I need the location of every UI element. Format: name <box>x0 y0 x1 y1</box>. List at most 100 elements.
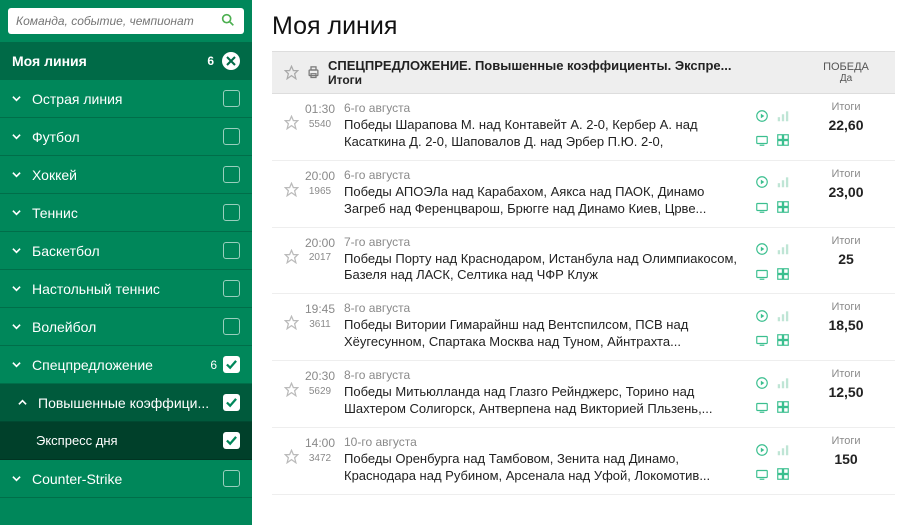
sidebar-item-checkbox[interactable] <box>223 394 240 411</box>
grid-icon[interactable] <box>774 400 792 415</box>
play-icon[interactable] <box>753 242 771 257</box>
tv-icon[interactable] <box>753 400 771 415</box>
sidebar-item-5[interactable]: Настольный теннис <box>0 270 252 308</box>
sidebar-item-checkbox[interactable] <box>223 128 240 145</box>
favorite-button[interactable] <box>280 368 302 418</box>
search-box[interactable] <box>8 8 244 34</box>
odds-cell[interactable]: Итоги23,00 <box>805 168 887 218</box>
event-time: 20:30 <box>302 368 338 385</box>
event-row[interactable]: 19:4536118-го августаПобеды Витории Гима… <box>272 294 895 361</box>
tv-icon[interactable] <box>753 466 771 481</box>
event-id: 3611 <box>302 318 338 332</box>
event-row[interactable]: 20:3056298-го августаПобеды Митьюлланда … <box>272 361 895 428</box>
search-input[interactable] <box>16 14 220 28</box>
play-icon[interactable] <box>753 375 771 390</box>
tv-icon[interactable] <box>753 266 771 281</box>
chevron-down-icon <box>12 94 24 103</box>
sidebar-item-7[interactable]: Спецпредложение6 <box>0 346 252 384</box>
sidebar-item-2[interactable]: Хоккей <box>0 156 252 194</box>
stats-icon[interactable] <box>774 108 792 123</box>
play-icon[interactable] <box>753 108 771 123</box>
chevron-down-icon <box>12 170 24 179</box>
close-my-line-button[interactable] <box>222 52 240 70</box>
odds-cell[interactable]: Итоги 12,50 <box>805 368 887 418</box>
favorite-all-button[interactable] <box>280 65 302 80</box>
odds-value: 22,60 <box>805 117 887 133</box>
sidebar-item-checkbox[interactable] <box>223 242 240 259</box>
odds-value: 12,50 <box>805 384 887 400</box>
time-column: 19:453611 <box>302 301 338 351</box>
event-date: 6-го августа <box>344 168 747 182</box>
time-column: 20:001965 <box>302 168 338 218</box>
sidebar-item-checkbox[interactable] <box>223 90 240 107</box>
sidebar-item-checkbox[interactable] <box>223 166 240 183</box>
event-description: Победы Витории Гимарайнш над Вентспилсом… <box>344 317 747 351</box>
event-icons <box>747 368 797 418</box>
print-button[interactable] <box>302 65 324 80</box>
event-icons <box>747 301 797 351</box>
sidebar-item-4[interactable]: Баскетбол <box>0 232 252 270</box>
sidebar-item-0[interactable]: Острая линия <box>0 80 252 118</box>
event-row[interactable]: 14:00347210-го августаПобеды Оренбурга н… <box>272 428 895 495</box>
odds-label: Итоги <box>805 368 887 380</box>
chevron-up-icon <box>18 398 30 407</box>
sidebar-item-10[interactable]: Counter-Strike <box>0 460 252 498</box>
sidebar-item-checkbox[interactable] <box>223 204 240 221</box>
grid-icon[interactable] <box>774 133 792 148</box>
odds-cell[interactable]: Итоги18,50 <box>805 301 887 351</box>
sidebar-item-checkbox[interactable] <box>223 470 240 487</box>
grid-icon[interactable] <box>774 266 792 281</box>
sidebar-item-checkbox[interactable] <box>223 356 240 373</box>
sidebar-item-checkbox[interactable] <box>223 280 240 297</box>
sidebar-item-6[interactable]: Волейбол <box>0 308 252 346</box>
chevron-down-icon <box>12 322 24 331</box>
sidebar-item-3[interactable]: Теннис <box>0 194 252 232</box>
category-title: СПЕЦПРЕДЛОЖЕНИЕ. Повышенные коэффициенты… <box>328 58 797 73</box>
event-time: 19:45 <box>302 301 338 318</box>
event-icons <box>747 101 797 151</box>
sidebar-item-9[interactable]: Экспресс дня <box>0 422 252 460</box>
event-id: 3472 <box>302 452 338 466</box>
event-icons <box>747 168 797 218</box>
stats-icon[interactable] <box>774 442 792 457</box>
tv-icon[interactable] <box>753 199 771 214</box>
odds-cell[interactable]: Итоги150 <box>805 435 887 485</box>
event-time: 14:00 <box>302 435 338 452</box>
favorite-button[interactable] <box>280 168 302 218</box>
sidebar-item-1[interactable]: Футбол <box>0 118 252 156</box>
grid-icon[interactable] <box>774 333 792 348</box>
event-row[interactable]: 01:3055406-го августаПобеды Шарапова М. … <box>272 94 895 161</box>
favorite-button[interactable] <box>280 435 302 485</box>
play-icon[interactable] <box>753 442 771 457</box>
event-main: 6-го августаПобеды АПОЭЛа над Карабахом,… <box>338 168 747 218</box>
event-row[interactable]: 20:0019656-го августаПобеды АПОЭЛа над К… <box>272 161 895 228</box>
sidebar-item-checkbox[interactable] <box>223 432 240 449</box>
sidebar-item-8[interactable]: Повышенные коэффици... <box>0 384 252 422</box>
event-main: 6-го августаПобеды Шарапова М. над Конта… <box>338 101 747 151</box>
stats-icon[interactable] <box>774 175 792 190</box>
event-time: 20:00 <box>302 168 338 185</box>
sidebar: Моя линия 6 Острая линияФутболХоккейТенн… <box>0 0 252 525</box>
sidebar-item-label: Теннис <box>32 205 223 221</box>
tv-icon[interactable] <box>753 333 771 348</box>
event-row[interactable]: 20:0020177-го августаПобеды Порту над Кр… <box>272 228 895 295</box>
favorite-button[interactable] <box>280 301 302 351</box>
chevron-down-icon <box>12 474 24 483</box>
stats-icon[interactable] <box>774 375 792 390</box>
tv-icon[interactable] <box>753 133 771 148</box>
event-main: 10-го августаПобеды Оренбурга над Тамбов… <box>338 435 747 485</box>
stats-icon[interactable] <box>774 242 792 257</box>
play-icon[interactable] <box>753 309 771 324</box>
favorite-button[interactable] <box>280 101 302 151</box>
event-main: 7-го августаПобеды Порту над Краснодаром… <box>338 235 747 285</box>
grid-icon[interactable] <box>774 199 792 214</box>
stats-icon[interactable] <box>774 309 792 324</box>
grid-icon[interactable] <box>774 466 792 481</box>
search-icon[interactable] <box>220 12 236 31</box>
odds-cell[interactable]: Итоги25 <box>805 235 887 285</box>
odds-cell[interactable]: Итоги22,60 <box>805 101 887 151</box>
play-icon[interactable] <box>753 175 771 190</box>
time-column: 14:003472 <box>302 435 338 485</box>
sidebar-item-checkbox[interactable] <box>223 318 240 335</box>
favorite-button[interactable] <box>280 235 302 285</box>
